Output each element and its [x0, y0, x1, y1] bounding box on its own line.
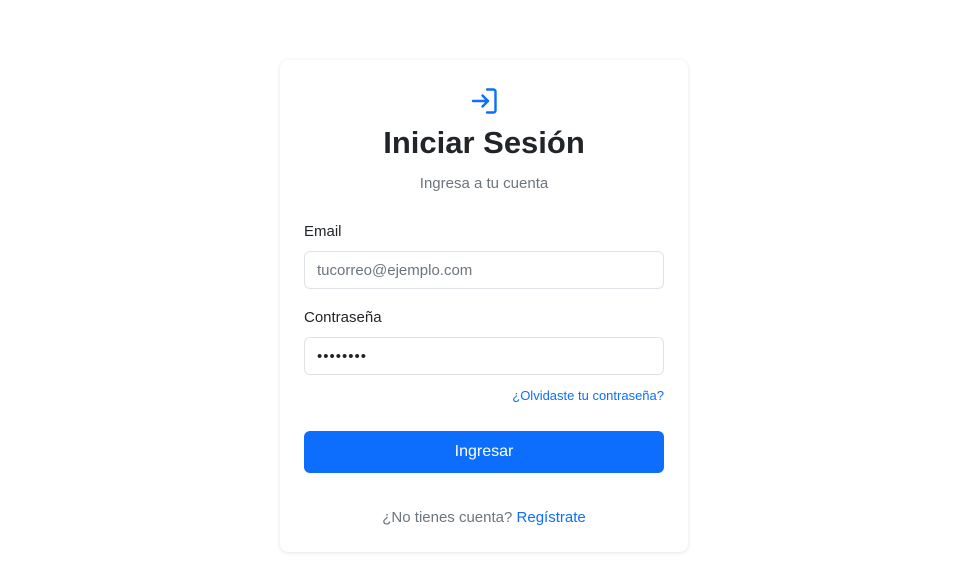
login-icon: [471, 88, 497, 114]
page-title: Iniciar Sesión: [383, 125, 585, 160]
signup-row: ¿No tienes cuenta? Regístrate: [280, 508, 688, 528]
page-subtitle: Ingresa a tu cuenta: [419, 175, 549, 192]
password-label: Contraseña: [304, 309, 382, 326]
signup-link[interactable]: Regístrate: [517, 509, 586, 526]
password-field[interactable]: [304, 337, 664, 375]
signup-prompt: ¿No tienes cuenta?: [382, 509, 513, 526]
email-label: Email: [304, 223, 342, 240]
forgot-password-link[interactable]: ¿Olvidaste tu contraseña?: [512, 387, 664, 405]
login-card: Iniciar Sesión Ingresa a tu cuenta Email…: [280, 60, 688, 552]
login-button[interactable]: Ingresar: [304, 431, 664, 473]
email-field[interactable]: [304, 251, 664, 289]
